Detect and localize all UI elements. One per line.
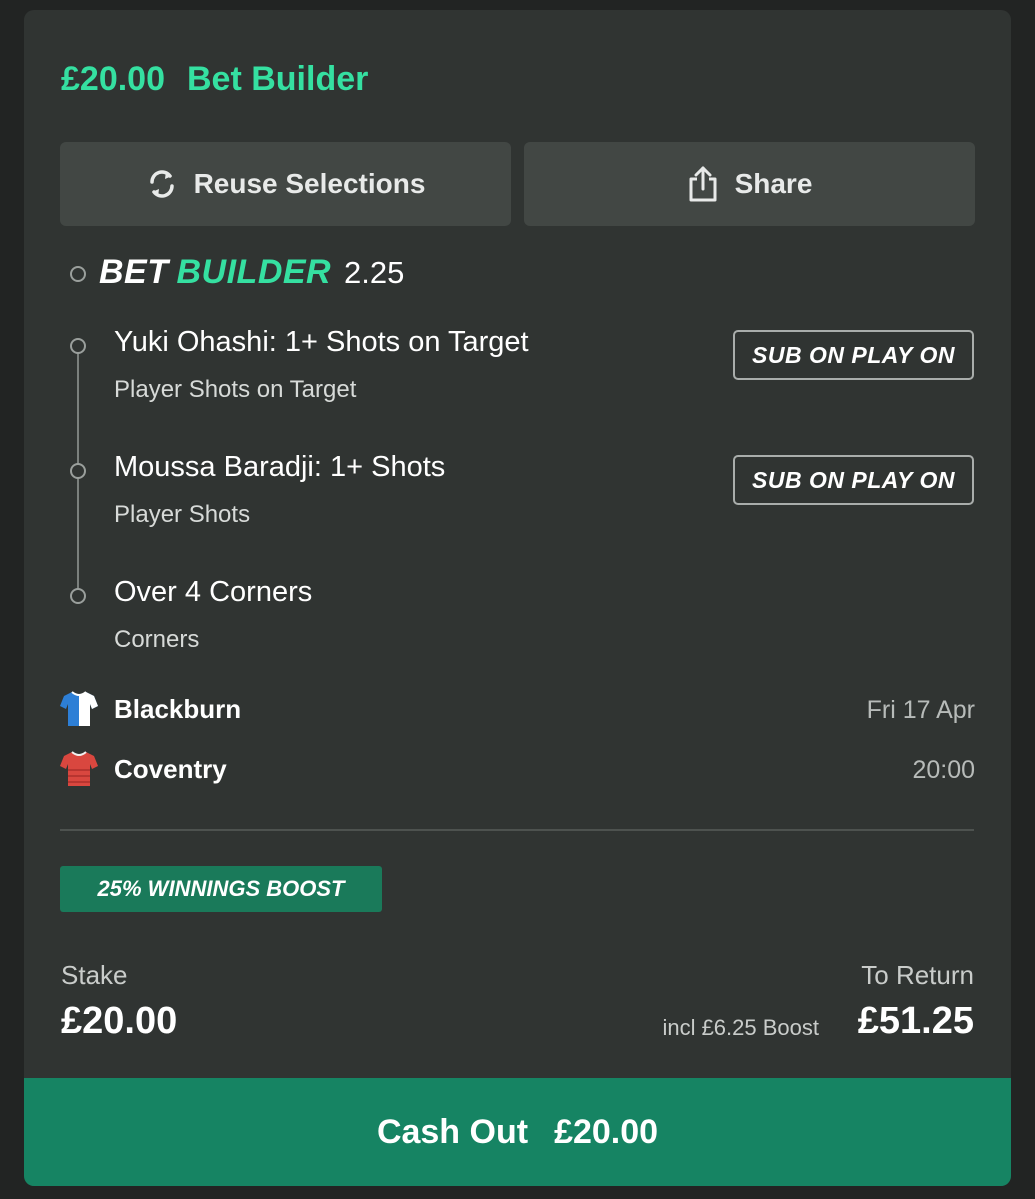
selection-title: Yuki Ohashi: 1+ Shots on Target [114,326,529,358]
sub-on-play-on-badge: SUB ON PLAY ON [733,330,974,380]
share-icon [689,166,717,202]
header-bet-type: Bet Builder [187,60,369,98]
share-label: Share [734,168,813,199]
boost-note: incl £6.25 Boost [662,1015,819,1040]
sub-on-play-on-badge: SUB ON PLAY ON [733,455,974,505]
timeline-dot-3 [70,588,86,604]
header-stake: £20.00 [61,60,165,98]
bet-card: £20.00 Bet Builder Reuse Selections Share… [24,10,1011,1186]
timeline-dot-1 [70,338,86,354]
share-button[interactable]: Share [524,142,975,226]
refresh-icon [149,170,174,198]
blackburn-shirt-icon [60,691,98,726]
bet-builder-logo: BET BUILDER [99,253,331,297]
home-team-row: Blackburn Fri 17 Apr [60,690,975,730]
bet-builder-logo-part1: BET [99,253,169,291]
divider [60,829,974,831]
stake-value: £20.00 [61,1000,178,1042]
cash-out-label: Cash Out [376,1112,529,1151]
bet-builder-odds: 2.25 [344,255,405,290]
selection-market: Player Shots [114,501,251,528]
away-team-row: Coventry 20:00 [60,750,975,790]
to-return-label: To Return [861,960,974,990]
to-return-value: £51.25 [857,1000,974,1042]
match-time: 20:00 [912,756,975,784]
selection-market: Player Shots on Target [114,376,357,403]
winnings-boost-badge: 25% WINNINGS BOOST [60,866,382,912]
timeline-dot-2 [70,463,86,479]
selection-title: Moussa Baradji: 1+ Shots [114,451,446,483]
stake-label: Stake [61,960,128,990]
bet-builder-logo-part2: BUILDER [176,253,332,291]
match-date: Fri 17 Apr [866,696,975,724]
cash-out-amount: £20.00 [554,1112,659,1151]
selection-market: Corners [114,626,200,653]
home-team-name: Blackburn [114,694,242,724]
reuse-selections-button[interactable]: Reuse Selections [60,142,511,226]
bet-header: £20.00 Bet Builder [61,60,390,100]
coventry-shirt-icon [60,751,98,786]
selection-title: Over 4 Corners [114,576,313,608]
cash-out-button[interactable]: Cash Out £20.00 [24,1078,1011,1186]
timeline-dot-header [70,266,86,282]
away-team-name: Coventry [114,754,227,784]
reuse-selections-label: Reuse Selections [193,168,426,199]
